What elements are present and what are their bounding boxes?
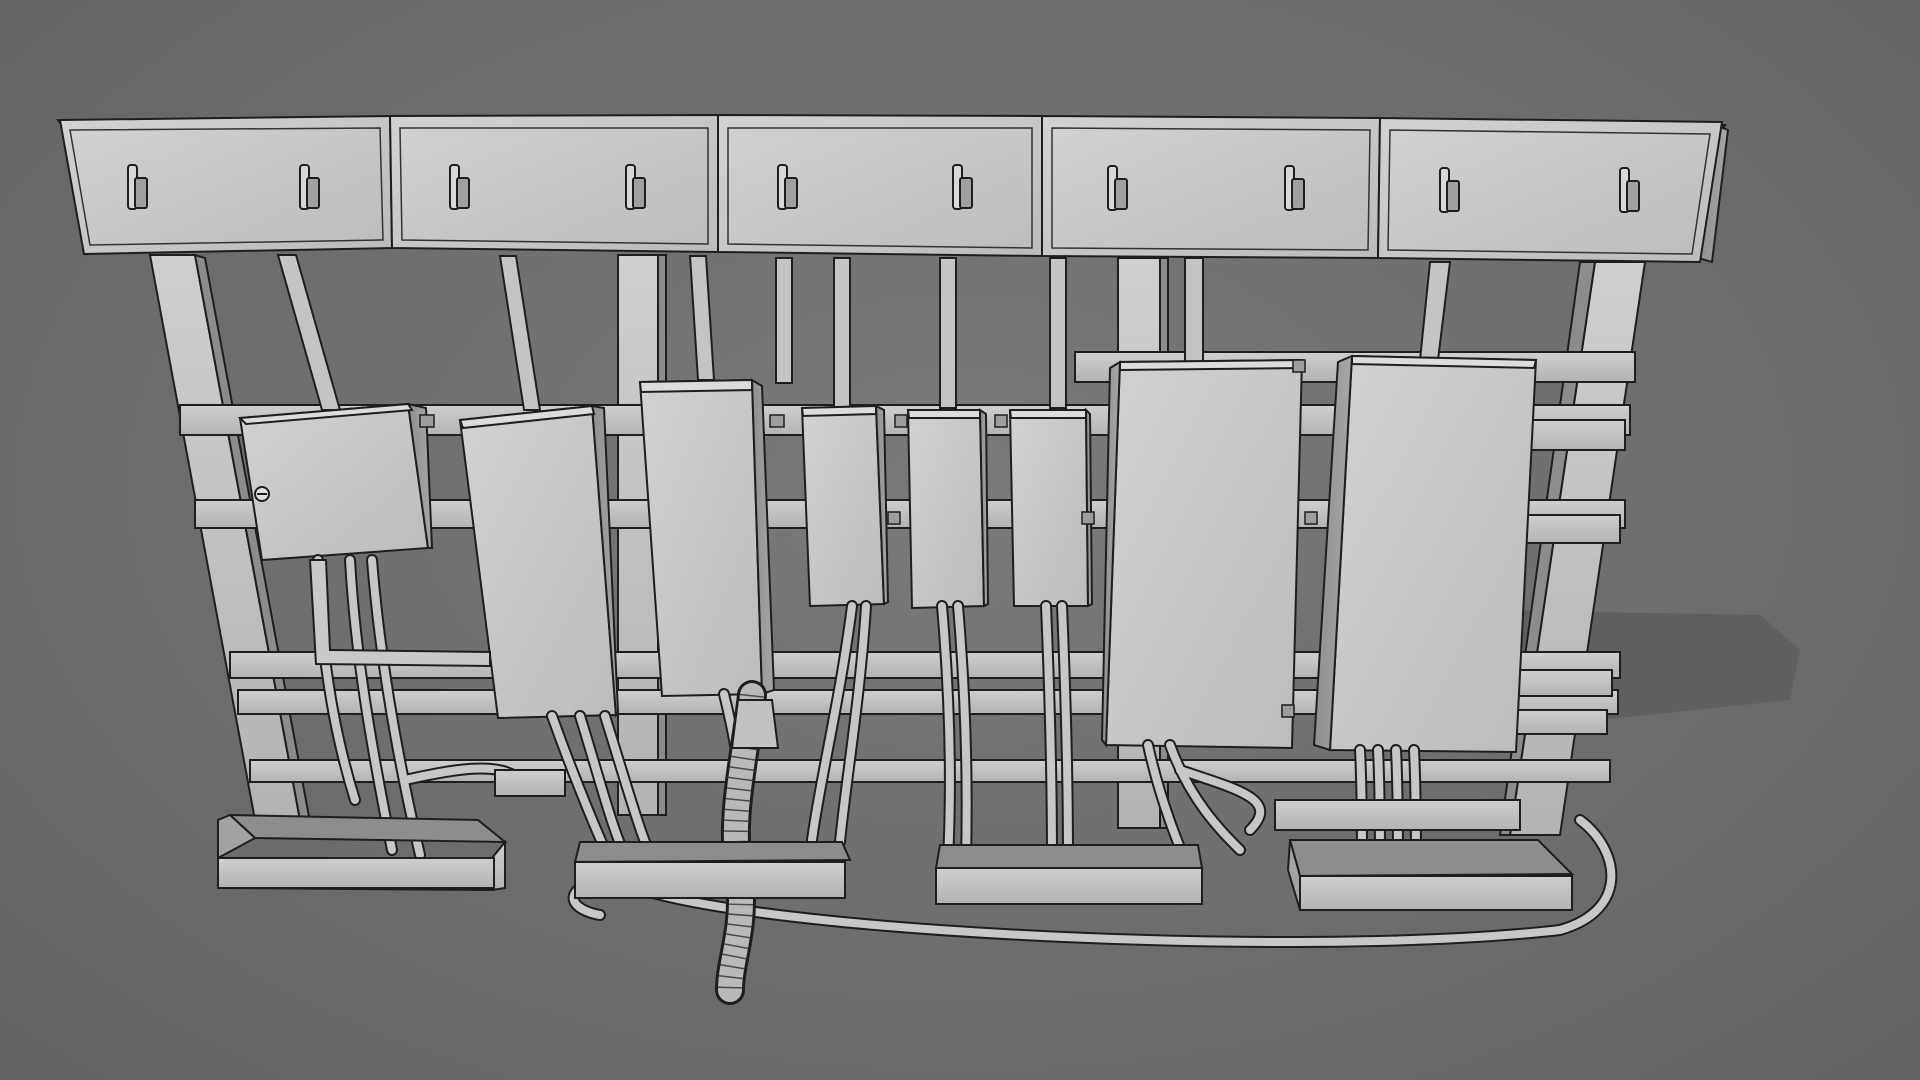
tray-4 (1041, 114, 1382, 260)
trough-2 (573, 841, 852, 899)
trough-3 (934, 844, 1204, 905)
enclosure-3 (638, 378, 776, 698)
trough-4 (1286, 839, 1575, 911)
3d-viewport[interactable] (0, 0, 1920, 1080)
tray-1 (58, 114, 394, 256)
enclosure-8 (1312, 354, 1538, 754)
electrical-rack-render (56, 113, 1800, 1005)
enclosure-5 (906, 408, 990, 610)
floor-troughs (217, 769, 1575, 911)
tray-5 (1376, 116, 1724, 264)
enclosure-7 (1100, 358, 1304, 750)
enclosure-1 (237, 402, 434, 562)
tray-2 (388, 113, 719, 254)
trough-1 (217, 813, 508, 892)
pipe-elbow (308, 559, 491, 668)
enclosure-6 (1008, 407, 1094, 608)
tray-3 (717, 113, 1043, 258)
enclosure-4 (800, 404, 890, 608)
